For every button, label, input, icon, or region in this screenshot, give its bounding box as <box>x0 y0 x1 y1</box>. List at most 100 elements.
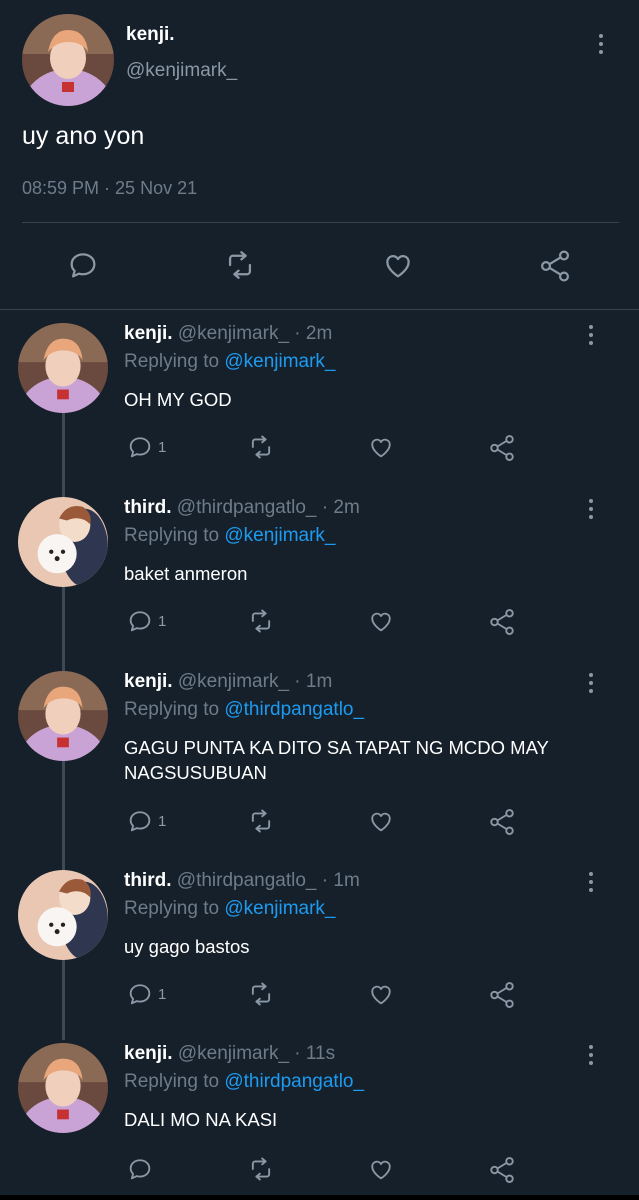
display-name[interactable]: third. <box>124 870 172 891</box>
reply-button[interactable]: 1 <box>126 433 166 461</box>
reply-icon <box>129 811 151 832</box>
share-button[interactable] <box>487 980 517 1010</box>
reply-header: kenji. @kenjimark_ · 11s <box>124 1043 335 1065</box>
more-icon[interactable] <box>579 323 603 347</box>
relative-time: · 2m <box>294 323 333 344</box>
reply-button[interactable]: 1 <box>126 607 166 635</box>
share-icon <box>490 435 514 461</box>
replying-to: Replying to @thirdpangatlo_ <box>124 1071 365 1092</box>
handle[interactable]: @kenjimark_ <box>126 60 237 82</box>
reply-tweet[interactable]: kenji. @kenjimark_ · 11s Replying to @th… <box>0 1043 639 1193</box>
tweet-text: baket anmeron <box>124 563 248 584</box>
display-name[interactable]: kenji. <box>124 671 173 692</box>
retweet-button[interactable] <box>222 248 258 282</box>
reply-icon <box>129 611 151 632</box>
retweet-icon <box>251 982 271 1006</box>
display-name[interactable]: third. <box>124 497 172 518</box>
mention-link[interactable]: @kenjimark_ <box>224 525 335 546</box>
retweet-button[interactable] <box>246 433 276 461</box>
display-name[interactable]: kenji. <box>124 323 173 344</box>
timestamp[interactable]: 08:59 PM · 25 Nov 21 <box>22 178 197 199</box>
reply-button[interactable]: 1 <box>126 807 166 835</box>
replying-to: Replying to @thirdpangatlo_ <box>124 699 365 720</box>
mention-link[interactable]: @kenjimark_ <box>224 898 335 919</box>
reply-button[interactable] <box>66 248 100 282</box>
more-icon[interactable] <box>579 671 603 695</box>
like-button[interactable] <box>366 980 396 1008</box>
retweet-button[interactable] <box>246 607 276 635</box>
share-button[interactable] <box>487 807 517 837</box>
mention-link[interactable]: @thirdpangatlo_ <box>224 699 364 720</box>
tweet-text: GAGU PUNTA KA DITO SA TAPAT NG MCDO MAY … <box>124 737 549 783</box>
mention-link[interactable]: @thirdpangatlo_ <box>224 1071 364 1092</box>
avatar[interactable] <box>18 1043 108 1133</box>
divider <box>22 222 619 223</box>
action-bar <box>0 240 639 292</box>
relative-time: · 1m <box>294 671 333 692</box>
like-button[interactable] <box>366 433 396 461</box>
action-bar <box>0 1155 639 1185</box>
reply-button[interactable] <box>126 1155 158 1183</box>
retweet-icon <box>251 435 271 459</box>
share-button[interactable] <box>536 248 574 284</box>
handle[interactable]: @thirdpangatlo_ <box>177 870 317 891</box>
reply-header: third. @thirdpangatlo_ · 1m <box>124 870 360 892</box>
retweet-button[interactable] <box>246 807 276 835</box>
mention-link[interactable]: @kenjimark_ <box>224 351 335 372</box>
more-icon[interactable] <box>579 1043 603 1067</box>
share-button[interactable] <box>487 607 517 637</box>
like-icon <box>371 812 391 832</box>
like-button[interactable] <box>366 607 396 635</box>
like-button[interactable] <box>366 807 396 835</box>
avatar[interactable] <box>18 497 108 587</box>
relative-time: · 11s <box>294 1043 336 1064</box>
avatar[interactable] <box>18 671 108 761</box>
main-tweet: kenji. @kenjimark_ uy ano yon 08:59 PM ·… <box>0 0 639 310</box>
reply-header: kenji. @kenjimark_ · 1m <box>124 671 332 693</box>
more-icon[interactable] <box>579 497 603 521</box>
share-icon <box>490 1157 514 1183</box>
like-icon <box>371 612 391 632</box>
tweet-text: uy gago bastos <box>124 936 250 957</box>
avatar[interactable] <box>18 323 108 413</box>
reply-tweet[interactable]: kenji. @kenjimark_ · 2m Replying to @ken… <box>0 323 639 473</box>
retweet-button[interactable] <box>246 1155 276 1183</box>
avatar[interactable] <box>22 14 114 106</box>
retweet-icon <box>228 251 252 279</box>
like-icon <box>386 254 410 278</box>
share-button[interactable] <box>487 433 517 463</box>
reply-header: kenji. @kenjimark_ · 2m <box>124 323 332 345</box>
tweet-text: DALI MO NA KASI <box>124 1109 278 1130</box>
reply-icon <box>70 253 96 278</box>
share-icon <box>490 609 514 635</box>
reply-tweet[interactable]: third. @thirdpangatlo_ · 1m Replying to … <box>0 870 639 1020</box>
share-button[interactable] <box>487 1155 517 1185</box>
handle[interactable]: @kenjimark_ <box>178 323 289 344</box>
like-icon <box>371 985 391 1005</box>
more-icon[interactable] <box>579 870 603 894</box>
reply-icon <box>129 984 151 1005</box>
more-icon[interactable] <box>589 32 613 56</box>
action-bar: 1 <box>0 607 639 637</box>
share-icon <box>540 250 570 282</box>
display-name[interactable]: kenji. <box>126 24 175 46</box>
like-button[interactable] <box>380 248 416 282</box>
action-bar: 1 <box>0 433 639 463</box>
retweet-button[interactable] <box>246 980 276 1008</box>
like-icon <box>371 1160 391 1180</box>
reply-button[interactable]: 1 <box>126 980 166 1008</box>
reply-tweet[interactable]: third. @thirdpangatlo_ · 2m Replying to … <box>0 497 639 647</box>
like-button[interactable] <box>366 1155 396 1183</box>
display-name[interactable]: kenji. <box>124 1043 173 1064</box>
reply-header: third. @thirdpangatlo_ · 2m <box>124 497 360 519</box>
divider <box>0 309 639 310</box>
handle[interactable]: @kenjimark_ <box>178 1043 289 1064</box>
handle[interactable]: @thirdpangatlo_ <box>177 497 317 518</box>
action-bar: 1 <box>0 807 639 837</box>
retweet-icon <box>251 809 271 833</box>
replying-to: Replying to @kenjimark_ <box>124 525 336 546</box>
avatar[interactable] <box>18 870 108 960</box>
handle[interactable]: @kenjimark_ <box>178 671 289 692</box>
reply-tweet[interactable]: kenji. @kenjimark_ · 1m Replying to @thi… <box>0 671 639 851</box>
tweet-text: OH MY GOD <box>124 389 232 410</box>
